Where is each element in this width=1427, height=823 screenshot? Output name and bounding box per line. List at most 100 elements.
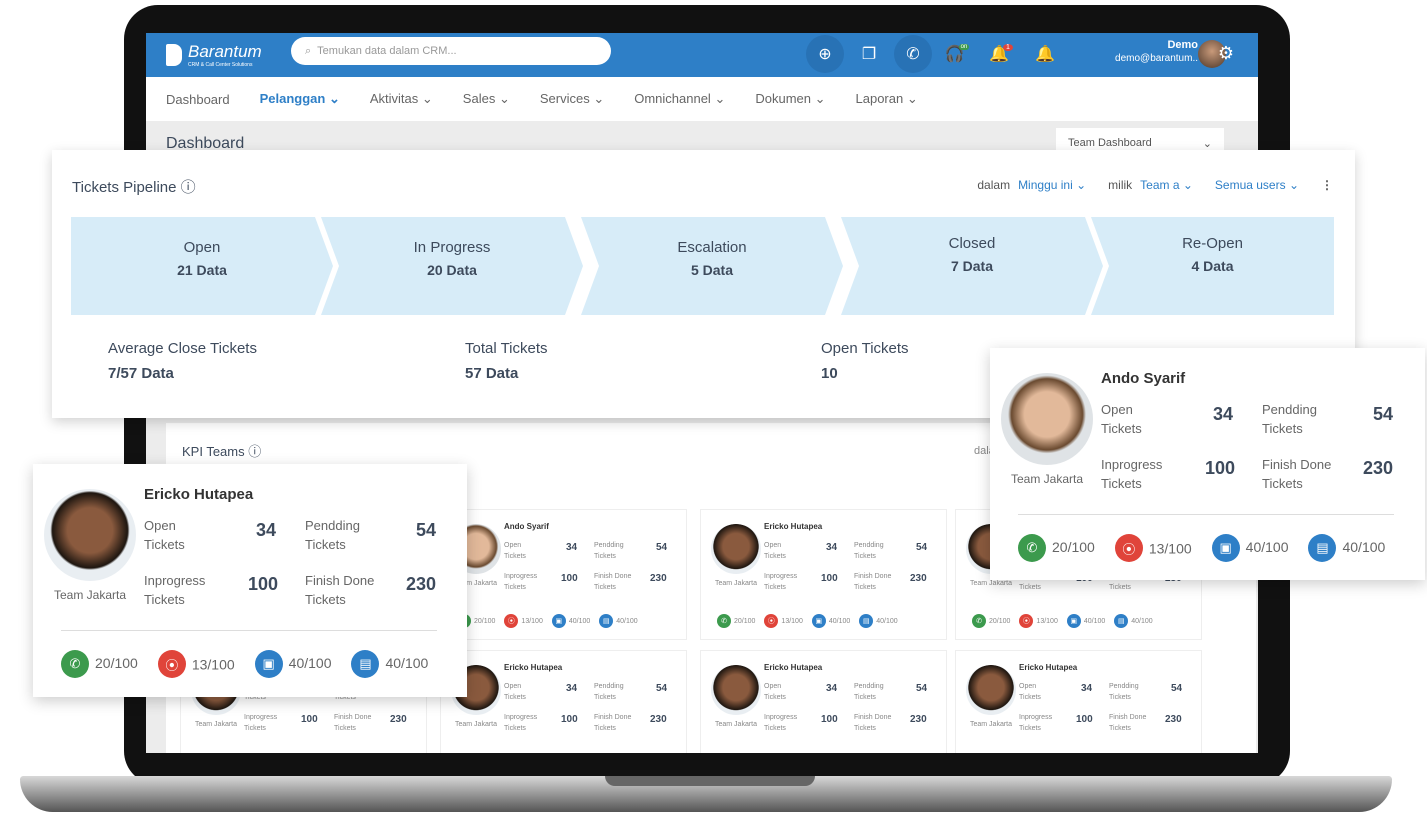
member-name: Ando Syarif [1101,370,1186,387]
kpi-card[interactable]: Team Jakarta Ericko Hutapea Open Tickets… [440,650,687,753]
open-value: 34 [826,683,838,694]
nav-dashboard[interactable]: Dashboard [166,92,230,107]
kpi-card[interactable]: Team Jakarta Ericko Hutapea Open Tickets… [955,650,1202,753]
deals-stat: ▣40/100 [811,614,850,628]
avatar [966,665,1016,715]
calls-stat: ✆20/100 [972,614,1010,628]
member-name: Ericko Hutapea [764,663,823,672]
open-value: 34 [826,542,838,553]
stage-value: 20 Data [427,262,477,278]
inprogress-label: Inprogress Tickets [764,714,798,732]
logo[interactable]: Barantum CRM & Call Center Solutions [166,42,262,68]
team-label: Team Jakarta [714,580,758,587]
inprogress-value: 100 [821,573,838,584]
info-icon[interactable]: ⓘ [248,444,261,459]
user-menu[interactable]: Demo demo@barantum.. [1115,39,1198,65]
nav-sales[interactable]: Sales ⌄ [463,91,510,107]
stage-open[interactable]: Open 21 Data [71,217,333,315]
logo-text: Barantum [188,42,262,61]
inprogress-value: 100 [561,714,578,725]
nav-pelanggan[interactable]: Pelanggan ⌄ [260,91,340,107]
stage-in-progress[interactable]: In Progress 20 Data [321,217,583,315]
open-value: 34 [1213,404,1234,424]
notification-bell-icon[interactable]: 🔔 1 [982,35,1020,73]
kpi-card[interactable]: Team Jakarta Ericko Hutapea Open Tickets… [700,509,947,640]
finish-value: 230 [1363,458,1394,478]
pending-label: Pendding Tickets [854,683,884,701]
team-label: Team Jakarta [53,588,127,602]
visits-stat: ⦿13/100 [764,614,803,628]
alert-bell-icon[interactable]: 🔔 [1026,35,1064,73]
tasks-stat: ▤40/100 [859,614,898,628]
finish-value: 230 [910,714,927,725]
stage-value: 4 Data [1191,258,1234,274]
nav-aktivitas[interactable]: Aktivitas ⌄ [370,91,433,107]
team-label: Team Jakarta [454,721,498,728]
stage-escalation[interactable]: Escalation 5 Data [581,217,843,315]
inprogress-label: Inprogress Tickets [764,573,798,591]
kpi-card[interactable]: Team Jakarta Ericko Hutapea Open Tickets… [700,650,947,753]
inprogress-value: 100 [301,714,318,725]
headset-icon[interactable]: 🎧 on [938,35,976,73]
period-select[interactable]: Minggu ini ⌄ [1018,178,1086,192]
windows-icon[interactable]: ❐ [850,35,888,73]
team-label: Team Jakarta [969,721,1013,728]
open-label: Open Tickets [764,683,786,701]
member-name: Ericko Hutapea [1019,663,1078,672]
nav-laporan[interactable]: Laporan ⌄ [856,91,918,107]
stage-re-open[interactable]: Re-Open 4 Data [1091,217,1334,315]
summary-average-close: Average Close Tickets 7/57 Data [108,340,257,382]
pipeline-filters: dalam Minggu ini ⌄ milik Team a ⌄ Semua … [977,178,1333,192]
chevron-down-icon: ⌄ [1202,138,1212,150]
open-value: 34 [566,683,578,694]
logo-tagline: CRM & Call Center Solutions [188,62,253,68]
briefcase-icon: ▣ [811,614,826,628]
pending-value: 54 [656,683,668,694]
search-input[interactable]: ⌕ Temukan data dalam CRM... [291,37,611,65]
inprogress-label: Inprogress Tickets [1101,457,1163,491]
tasks-stat: ▤40/100 [599,614,638,628]
finish-label: Finish Done Tickets [594,573,632,591]
inprogress-label: Inprogress Tickets [1019,714,1053,732]
visits-stat: ⦿13/100 [1114,534,1192,562]
finish-label: Finish Done Tickets [854,714,892,732]
summary-open: Open Tickets 10 [821,340,909,382]
pending-value: 54 [916,683,928,694]
nav-dokumen[interactable]: Dokumen ⌄ [755,91,825,107]
location-pin-icon: ⦿ [1114,534,1143,562]
team-label: Team Jakarta [194,721,238,728]
finish-value: 230 [910,573,927,584]
avatar [711,524,761,574]
nav-services[interactable]: Services ⌄ [540,91,604,107]
kpi-card-popup[interactable]: Team Jakarta Ericko Hutapea Open Tickets… [33,464,467,697]
stage-name: Escalation [677,239,747,256]
info-icon[interactable]: ⓘ [181,179,196,196]
open-label: Open Tickets [1019,683,1041,701]
team-select[interactable]: Team a ⌄ [1140,178,1193,192]
calendar-icon: ▤ [351,650,380,678]
more-menu-icon[interactable]: ⋮ [1321,178,1333,192]
visits-stat: ⦿13/100 [504,614,543,628]
finish-label: Finish Done Tickets [594,714,632,732]
stage-closed[interactable]: Closed 7 Data [841,217,1103,315]
kpi-card[interactable]: Team Jakarta Ando Syarif Open Tickets 34… [440,509,687,640]
open-label: Open Tickets [504,542,526,560]
calendar-icon: ▤ [599,614,614,628]
kpi-card-popup[interactable]: Team Jakarta Ando Syarif Open Tickets 34… [990,348,1425,580]
member-name: Ericko Hutapea [144,486,254,503]
inprogress-label: Inprogress Tickets [244,714,278,732]
gear-icon[interactable]: ⚙ [1218,43,1234,64]
nav-omnichannel[interactable]: Omnichannel ⌄ [634,91,725,107]
pending-label: Pendding Tickets [305,518,360,552]
finish-label: Finish Done Tickets [854,573,892,591]
open-value: 34 [256,520,277,540]
stage-value: 5 Data [690,262,734,278]
stage-value: 7 Data [950,258,994,274]
logo-mark [166,44,182,66]
tasks-stat: ▤40/100 [1308,534,1385,562]
phone-icon[interactable]: ✆ [894,35,932,73]
add-icon[interactable]: ⊕ [806,35,844,73]
users-select[interactable]: Semua users ⌄ [1215,178,1299,192]
search-icon: ⌕ [305,44,312,57]
divider [1018,514,1394,515]
